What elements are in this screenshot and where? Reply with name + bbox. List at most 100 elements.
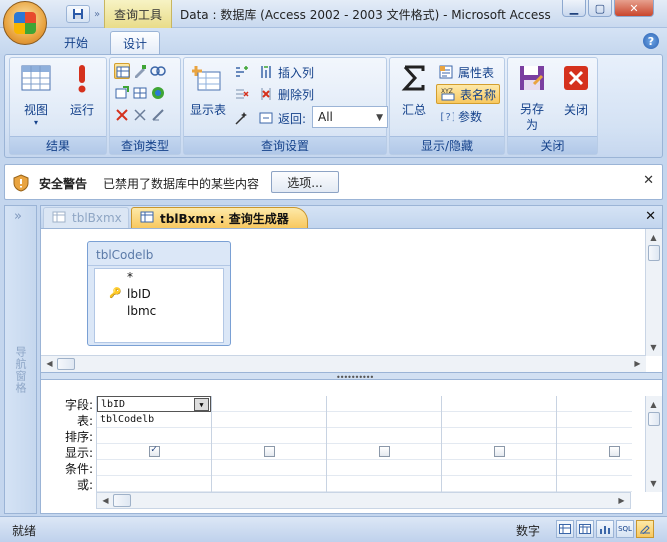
- save-as-button[interactable]: 另存为: [512, 62, 552, 133]
- table-cell[interactable]: tblCodelb: [97, 412, 211, 428]
- sort-cell[interactable]: [557, 428, 632, 444]
- or-cell[interactable]: [327, 476, 441, 492]
- field-cell[interactable]: lbID ▼: [97, 396, 211, 412]
- sort-cell[interactable]: [442, 428, 556, 444]
- pivottable-view-icon[interactable]: [576, 520, 594, 538]
- show-cell[interactable]: [212, 444, 326, 460]
- table-cell[interactable]: [327, 412, 441, 428]
- scroll-left-icon[interactable]: ◀: [42, 356, 57, 371]
- table-cell[interactable]: [442, 412, 556, 428]
- or-cell[interactable]: [97, 476, 211, 492]
- show-checkbox[interactable]: [609, 446, 620, 457]
- criteria-cell[interactable]: [327, 460, 441, 476]
- field-cell[interactable]: [212, 396, 326, 412]
- totals-button[interactable]: 汇总: [394, 62, 434, 118]
- show-checkbox[interactable]: [494, 446, 505, 457]
- field-cell[interactable]: [327, 396, 441, 412]
- field-dropdown-icon[interactable]: ▼: [194, 398, 209, 411]
- or-cell[interactable]: [557, 476, 632, 492]
- scroll-thumb[interactable]: [113, 494, 131, 507]
- update-query-icon[interactable]: [132, 85, 148, 101]
- table-box-title[interactable]: tblCodelb: [88, 242, 230, 266]
- grid-horizontal-scrollbar[interactable]: ◀ ▶: [96, 492, 631, 509]
- save-icon[interactable]: [66, 5, 90, 23]
- field-item[interactable]: 🔑 lbID: [95, 287, 223, 304]
- show-cell[interactable]: [327, 444, 441, 460]
- doc-tab-tblbxmx[interactable]: tblBxmx: [43, 207, 129, 228]
- table-cell[interactable]: [212, 412, 326, 428]
- sort-cell[interactable]: [212, 428, 326, 444]
- options-button[interactable]: 选项...: [271, 171, 339, 193]
- returns-select[interactable]: All ▼: [312, 106, 388, 128]
- criteria-cell[interactable]: [557, 460, 632, 476]
- or-cell[interactable]: [212, 476, 326, 492]
- grid-column-5[interactable]: [557, 396, 632, 492]
- grid-column-2[interactable]: [212, 396, 327, 492]
- pass-through-query-icon[interactable]: [132, 107, 148, 123]
- close-button[interactable]: 关闭: [556, 62, 596, 118]
- field-cell[interactable]: [557, 396, 632, 412]
- expand-nav-icon[interactable]: »: [14, 209, 22, 224]
- criteria-cell[interactable]: [97, 460, 211, 476]
- grid-column-4[interactable]: [442, 396, 557, 492]
- insert-rows-row[interactable]: 插入列: [234, 62, 314, 82]
- table-cell[interactable]: [557, 412, 632, 428]
- scroll-thumb[interactable]: [648, 245, 660, 261]
- scroll-down-icon[interactable]: ▼: [646, 476, 661, 491]
- tab-home[interactable]: 开始: [52, 31, 100, 54]
- property-sheet-button[interactable]: 属性表: [438, 62, 494, 82]
- close-message-bar-icon[interactable]: ✕: [643, 173, 654, 188]
- navigation-pane[interactable]: » 导航窗格: [4, 205, 37, 514]
- pivotchart-view-icon[interactable]: [596, 520, 614, 538]
- scroll-thumb[interactable]: [57, 358, 75, 370]
- sort-cell[interactable]: [327, 428, 441, 444]
- select-query-icon[interactable]: [114, 63, 130, 79]
- criteria-cell[interactable]: [442, 460, 556, 476]
- scroll-down-icon[interactable]: ▼: [646, 340, 661, 355]
- field-item[interactable]: *: [95, 270, 223, 287]
- show-checkbox[interactable]: [264, 446, 275, 457]
- show-checkbox[interactable]: [149, 444, 160, 457]
- builder-icon[interactable]: [234, 110, 250, 126]
- make-table-query-icon[interactable]: [132, 63, 148, 79]
- table-box-tblcodelb[interactable]: tblCodelb * 🔑 lbID lbmc: [87, 241, 231, 346]
- close-document-icon[interactable]: ✕: [645, 209, 656, 224]
- show-cell[interactable]: [97, 444, 211, 460]
- datasheet-view-icon[interactable]: [556, 520, 574, 538]
- office-button[interactable]: [3, 1, 47, 45]
- field-cell[interactable]: [442, 396, 556, 412]
- scroll-thumb[interactable]: [648, 412, 660, 426]
- scroll-right-icon[interactable]: ▶: [630, 356, 645, 371]
- doc-tab-query-builder[interactable]: tblBxmx : 查询生成器: [131, 207, 308, 228]
- tab-design[interactable]: 设计: [110, 31, 161, 54]
- query-table-pane[interactable]: tblCodelb * 🔑 lbID lbmc ▲ ▼ ◀ ▶: [40, 228, 663, 373]
- design-view-icon[interactable]: [636, 520, 654, 538]
- scroll-right-icon[interactable]: ▶: [614, 493, 629, 508]
- vertical-scrollbar[interactable]: ▲ ▼: [645, 229, 662, 356]
- field-item[interactable]: lbmc: [95, 304, 223, 321]
- show-cell[interactable]: [442, 444, 556, 460]
- show-table-button[interactable]: 显示表: [188, 62, 228, 118]
- scroll-left-icon[interactable]: ◀: [98, 493, 113, 508]
- view-button[interactable]: 视图 ▾: [16, 62, 56, 127]
- close-window-icon[interactable]: ✕: [614, 0, 654, 17]
- show-cell[interactable]: [557, 444, 632, 460]
- show-checkbox[interactable]: [379, 446, 390, 457]
- delete-query-icon[interactable]: [114, 107, 130, 123]
- data-definition-query-icon[interactable]: [150, 107, 166, 123]
- qat-overflow-icon[interactable]: »: [94, 9, 100, 20]
- horizontal-scrollbar[interactable]: ◀ ▶: [41, 355, 646, 372]
- maximize-icon[interactable]: ▢: [588, 0, 612, 17]
- grid-column-3[interactable]: [327, 396, 442, 492]
- sort-cell[interactable]: [97, 428, 211, 444]
- table-names-button[interactable]: XYZ 表名称: [436, 84, 501, 104]
- scroll-up-icon[interactable]: ▲: [646, 397, 661, 412]
- crosstab-query-icon[interactable]: [150, 63, 166, 79]
- or-cell[interactable]: [442, 476, 556, 492]
- minimize-icon[interactable]: ▁: [562, 0, 586, 17]
- design-grid[interactable]: lbID ▼ tblCodelb: [96, 396, 632, 492]
- sql-view-icon[interactable]: SQL: [616, 520, 634, 538]
- grid-vertical-scrollbar[interactable]: ▲ ▼: [645, 396, 662, 492]
- grid-column-1[interactable]: lbID ▼ tblCodelb: [97, 396, 212, 492]
- help-icon[interactable]: ?: [643, 33, 659, 49]
